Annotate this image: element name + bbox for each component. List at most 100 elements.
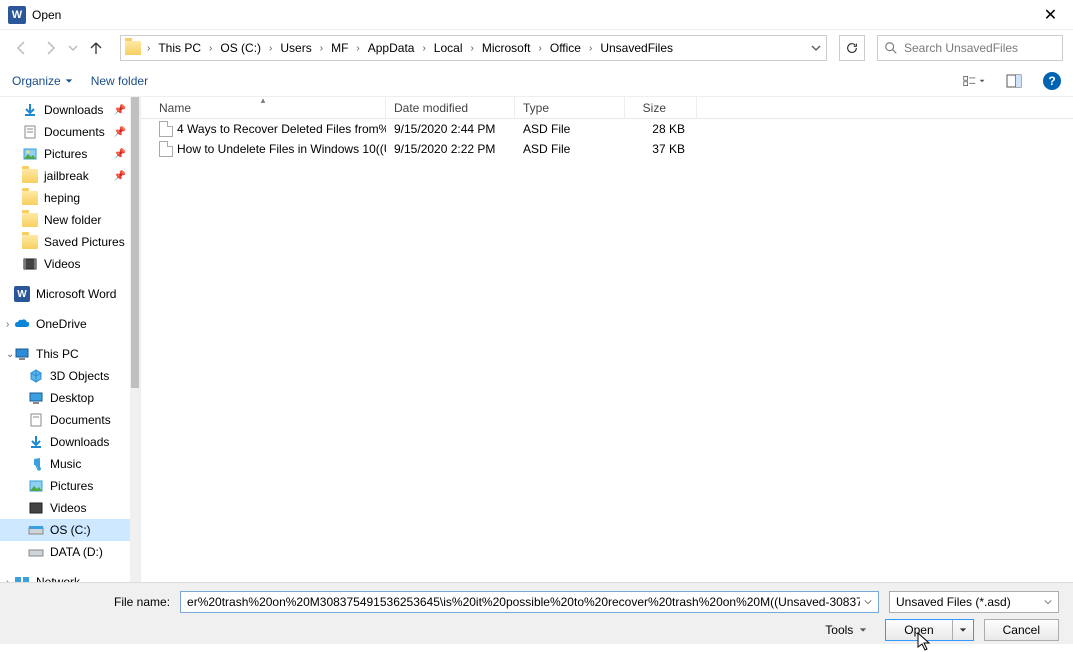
sidebar-item-videos2[interactable]: Videos [0, 497, 140, 519]
sidebar-item-onedrive[interactable]: ›OneDrive [0, 313, 140, 335]
chevron-down-icon [1044, 595, 1052, 609]
organize-button[interactable]: Organize [12, 74, 73, 88]
tools-button[interactable]: Tools [825, 623, 867, 637]
newfolder-button[interactable]: New folder [91, 74, 148, 88]
file-icon [159, 121, 173, 137]
pin-icon: 📌 [114, 171, 126, 182]
path-dropdown[interactable] [806, 36, 826, 60]
refresh-button[interactable] [839, 35, 865, 61]
sidebar-item-network[interactable]: ›Network [0, 571, 140, 582]
crumb-microsoft[interactable]: Microsoft [478, 36, 535, 60]
crumb-office[interactable]: Office [546, 36, 585, 60]
cancel-button[interactable]: Cancel [984, 619, 1059, 641]
folder-icon [22, 213, 38, 227]
crumb-users[interactable]: Users [276, 36, 315, 60]
open-button[interactable]: Open [885, 619, 973, 641]
sidebar-item-music[interactable]: Music [0, 453, 140, 475]
file-row[interactable]: How to Undelete Files in Windows 10((U..… [141, 139, 1073, 159]
documents-icon [28, 412, 44, 428]
crumb-appdata[interactable]: AppData [364, 36, 419, 60]
column-headers: Name▴ Date modified Type Size [141, 97, 1073, 119]
dialog-title: Open [32, 8, 61, 22]
sidebar-item-msword[interactable]: WMicrosoft Word [0, 283, 140, 305]
3dobjects-icon [28, 368, 44, 384]
expand-icon[interactable]: › [6, 319, 18, 330]
breadcrumb-path[interactable]: › This PC› OS (C:)› Users› MF› AppData› … [120, 35, 827, 61]
file-size: 28 KB [625, 122, 697, 136]
footer: File name: er%20trash%20on%20M3083754915… [0, 582, 1073, 644]
file-name: 4 Ways to Recover Deleted Files from%2(.… [177, 122, 386, 136]
preview-pane-button[interactable] [1003, 70, 1025, 92]
sidebar-item-jailbreak[interactable]: jailbreak📌 [0, 165, 140, 187]
music-icon [28, 456, 44, 472]
file-size: 37 KB [625, 142, 697, 156]
folder-icon [22, 169, 38, 183]
close-button[interactable]: ✕ [1028, 0, 1073, 30]
column-name[interactable]: Name▴ [141, 97, 386, 118]
sidebar-item-heping[interactable]: heping [0, 187, 140, 209]
sidebar-item-newfolder[interactable]: New folder [0, 209, 140, 231]
titlebar: Open ✕ [0, 0, 1073, 30]
search-icon [884, 41, 898, 55]
file-list-pane: Name▴ Date modified Type Size 4 Ways to … [140, 96, 1073, 582]
pin-icon: 📌 [114, 127, 126, 138]
sidebar-item-pictures[interactable]: Pictures📌 [0, 143, 140, 165]
filetype-select[interactable]: Unsaved Files (*.asd) [889, 591, 1059, 613]
sidebar: Downloads📌 Documents📌 Pictures📌 jailbrea… [0, 96, 140, 582]
word-icon: W [14, 286, 30, 302]
search-placeholder: Search UnsavedFiles [904, 41, 1018, 55]
collapse-icon[interactable]: ⌄ [6, 349, 18, 360]
open-dropdown[interactable] [952, 620, 973, 640]
drive-icon [28, 544, 44, 560]
desktop-icon [28, 390, 44, 406]
file-date: 9/15/2020 2:44 PM [386, 122, 515, 136]
column-type[interactable]: Type [515, 97, 625, 118]
back-button[interactable] [10, 36, 34, 60]
drive-icon [28, 522, 44, 538]
sidebar-item-data[interactable]: DATA (D:) [0, 541, 140, 563]
column-size[interactable]: Size [625, 97, 697, 118]
sidebar-item-3dobjects[interactable]: 3D Objects [0, 365, 140, 387]
crumb-osc[interactable]: OS (C:) [216, 36, 265, 60]
chevron-down-icon[interactable] [860, 595, 872, 609]
pictures-icon [22, 146, 38, 162]
sidebar-item-desktop[interactable]: Desktop [0, 387, 140, 409]
sidebar-item-savedpictures[interactable]: Saved Pictures [0, 231, 140, 253]
pictures-icon [28, 478, 44, 494]
file-date: 9/15/2020 2:22 PM [386, 142, 515, 156]
sidebar-scrollbar[interactable] [130, 97, 140, 582]
crumb-unsavedfiles[interactable]: UnsavedFiles [596, 36, 677, 60]
crumb-local[interactable]: Local [430, 36, 467, 60]
sidebar-item-pictures2[interactable]: Pictures [0, 475, 140, 497]
column-date[interactable]: Date modified [386, 97, 515, 118]
sidebar-item-downloads2[interactable]: Downloads [0, 431, 140, 453]
search-input[interactable]: Search UnsavedFiles [877, 35, 1063, 61]
pin-icon: 📌 [114, 149, 126, 160]
sidebar-item-downloads[interactable]: Downloads📌 [0, 99, 140, 121]
file-row[interactable]: 4 Ways to Recover Deleted Files from%2(.… [141, 119, 1073, 139]
downloads-icon [22, 102, 38, 118]
documents-icon [22, 124, 38, 140]
downloads-icon [28, 434, 44, 450]
sidebar-item-thispc[interactable]: ⌄This PC [0, 343, 140, 365]
recent-dropdown[interactable] [66, 36, 80, 60]
sidebar-item-documents[interactable]: Documents📌 [0, 121, 140, 143]
up-button[interactable] [84, 36, 108, 60]
view-button[interactable] [963, 70, 985, 92]
file-icon [159, 141, 173, 157]
videos-icon [28, 500, 44, 516]
crumb-mf[interactable]: MF [327, 36, 352, 60]
folder-icon [22, 235, 38, 249]
sidebar-item-videos[interactable]: Videos [0, 253, 140, 275]
help-button[interactable]: ? [1043, 72, 1061, 90]
sort-asc-icon: ▴ [261, 95, 266, 106]
sidebar-item-documents2[interactable]: Documents [0, 409, 140, 431]
forward-button[interactable] [38, 36, 62, 60]
crumb-thispc[interactable]: This PC [154, 36, 205, 60]
filename-input[interactable]: er%20trash%20on%20M308375491536253645\is… [180, 591, 879, 613]
expand-icon[interactable]: › [6, 577, 18, 583]
sidebar-item-osc[interactable]: OS (C:) [0, 519, 140, 541]
toolbar: Organize New folder ? [0, 66, 1073, 96]
chevron-right-icon[interactable]: › [143, 43, 154, 54]
file-type: ASD File [515, 122, 625, 136]
